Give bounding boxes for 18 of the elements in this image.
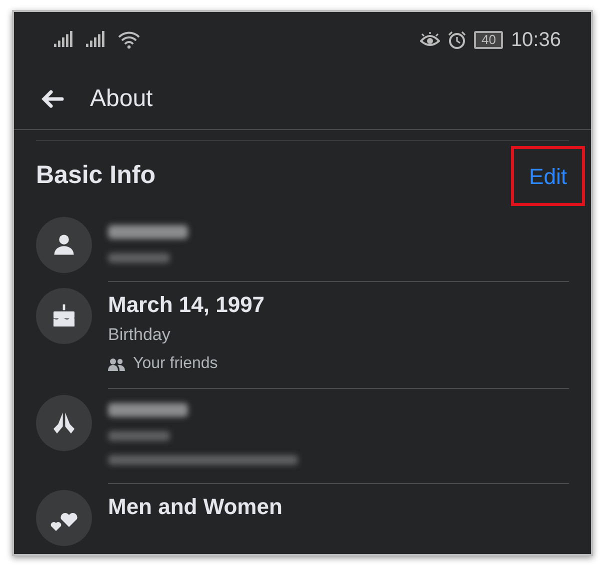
blurred-text <box>108 253 170 263</box>
item-title: March 14, 1997 <box>108 291 266 319</box>
signal-icon <box>86 31 106 49</box>
back-arrow-icon[interactable] <box>40 88 64 108</box>
edit-link[interactable]: Edit <box>529 160 567 192</box>
battery-indicator: 40 <box>474 31 503 49</box>
item-subtitle: Birthday <box>108 324 172 346</box>
status-time: 10:36 <box>510 28 561 53</box>
alarm-clock-icon <box>448 31 466 49</box>
section-title: Basic Info <box>36 160 156 192</box>
eye-icon <box>420 32 440 48</box>
people-icon <box>108 358 125 370</box>
item-title: Men and Women <box>108 493 284 521</box>
signal-icon <box>54 31 74 49</box>
page-title: About <box>90 84 153 114</box>
wifi-icon <box>118 31 140 49</box>
audience-label: Your friends <box>133 354 218 374</box>
blurred-text <box>108 431 170 441</box>
